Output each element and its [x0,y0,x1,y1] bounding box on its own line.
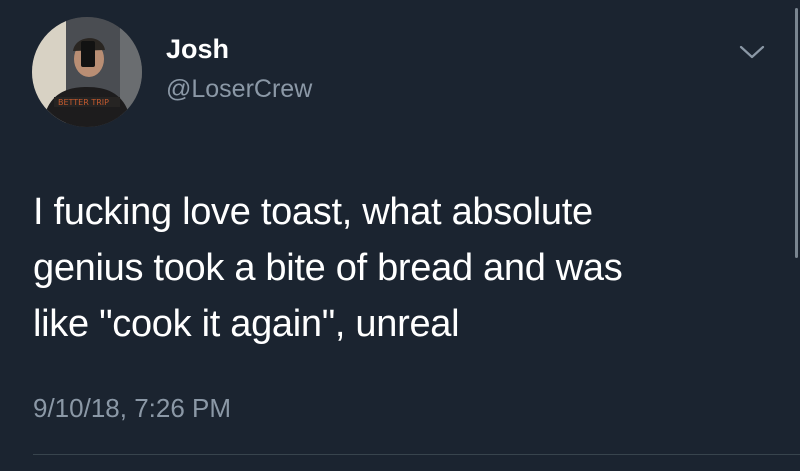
divider [33,454,800,455]
tweet-text-line: genius took a bite of bread and was [33,247,623,289]
tweet-text: I fucking love toast, what absolute geni… [33,184,773,352]
author-display-name[interactable]: Josh [166,33,229,65]
scrollbar[interactable] [792,0,800,258]
profile-photo: BETTER TRIP [32,17,142,127]
avatar-shirt-text: BETTER TRIP [58,98,109,107]
scrollbar-thumb[interactable] [795,8,798,258]
author-handle[interactable]: @LoserCrew [166,74,312,104]
tweet-text-line: like "cook it again", unreal [33,303,460,345]
chevron-down-icon[interactable] [738,42,766,62]
tweet-text-line: I fucking love toast, what absolute [33,191,593,233]
tweet-timestamp[interactable]: 9/10/18, 7:26 PM [33,392,231,424]
avatar[interactable]: BETTER TRIP [32,17,142,127]
tweet-card: BETTER TRIP Josh @LoserCrew I fucking lo… [0,0,800,471]
